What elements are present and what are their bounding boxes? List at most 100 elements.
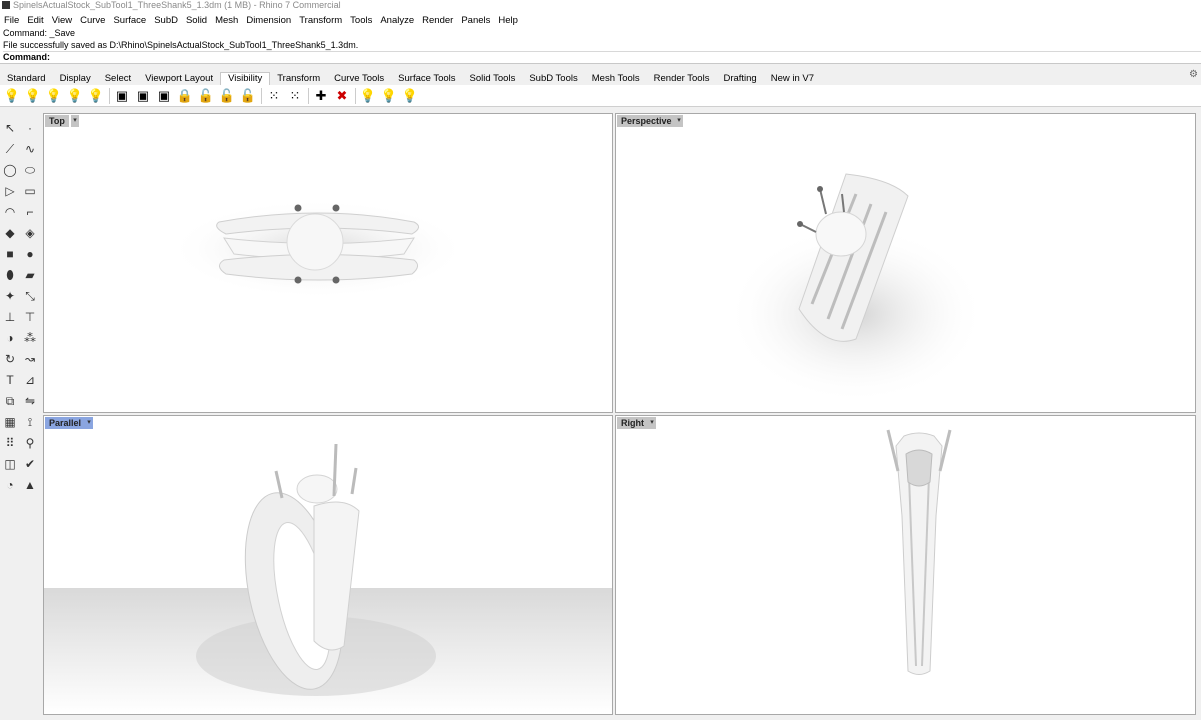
- menu-subd[interactable]: SubD: [150, 15, 182, 26]
- tab-surface-tools[interactable]: Surface Tools: [391, 73, 462, 85]
- menu-view[interactable]: View: [48, 15, 76, 26]
- scale-icon[interactable]: ⤡: [21, 287, 39, 305]
- fillet-icon[interactable]: ⌐: [21, 203, 39, 221]
- boolean-icon[interactable]: ◑: [1, 329, 19, 347]
- tab-curve-tools[interactable]: Curve Tools: [327, 73, 391, 85]
- command-prompt[interactable]: Command:: [3, 51, 1201, 64]
- circle-icon[interactable]: ◯: [1, 161, 19, 179]
- tab-subd-tools[interactable]: SubD Tools: [522, 73, 584, 85]
- material-icon[interactable]: ▲: [21, 476, 39, 494]
- transform-icon[interactable]: ✦: [1, 287, 19, 305]
- hide-points-icon[interactable]: ⁙: [266, 88, 282, 104]
- surface-icon[interactable]: ◆: [1, 224, 19, 242]
- unlock-selected-icon[interactable]: ▣: [156, 88, 172, 104]
- viewport-label-right[interactable]: Right: [617, 417, 648, 429]
- layer-icon[interactable]: ◫: [1, 455, 19, 473]
- tab-visibility[interactable]: Visibility: [220, 72, 271, 85]
- check-icon[interactable]: ✔: [21, 455, 39, 473]
- bulb-3-icon[interactable]: 💡: [402, 88, 418, 104]
- mirror-icon[interactable]: ⇋: [21, 392, 39, 410]
- menu-curve[interactable]: Curve: [76, 15, 109, 26]
- viewport-label-top[interactable]: Top: [45, 115, 69, 127]
- render-icon[interactable]: ◔: [1, 476, 19, 494]
- ellipse-icon[interactable]: ⬭: [21, 161, 39, 179]
- menu-dimension[interactable]: Dimension: [242, 15, 295, 26]
- chevron-down-icon[interactable]: ▾: [85, 417, 93, 429]
- delete-hidden-icon[interactable]: ✖: [334, 88, 350, 104]
- properties-icon[interactable]: ⚲: [21, 434, 39, 452]
- polygon-icon[interactable]: ▷: [1, 182, 19, 200]
- bulb-2-icon[interactable]: 💡: [381, 88, 397, 104]
- menu-edit[interactable]: Edit: [23, 15, 47, 26]
- gear-icon[interactable]: ⚙: [1189, 70, 1199, 80]
- menu-file[interactable]: File: [0, 15, 23, 26]
- menu-surface[interactable]: Surface: [109, 15, 150, 26]
- tab-render-tools[interactable]: Render Tools: [647, 73, 717, 85]
- rhino-app-icon: [2, 1, 10, 9]
- viewport-perspective[interactable]: Perspective ▾: [615, 113, 1196, 413]
- menu-tools[interactable]: Tools: [346, 15, 376, 26]
- rotate-icon[interactable]: ↻: [1, 350, 19, 368]
- arc-icon[interactable]: ◠: [1, 203, 19, 221]
- menu-analyze[interactable]: Analyze: [376, 15, 418, 26]
- bulb-1-icon[interactable]: 💡: [360, 88, 376, 104]
- tab-drafting[interactable]: Drafting: [716, 73, 763, 85]
- tab-mesh-tools[interactable]: Mesh Tools: [585, 73, 647, 85]
- show-selected-icon[interactable]: 💡: [46, 88, 62, 104]
- command-history-line: File successfully saved as D:\Rhino\Spin…: [3, 39, 359, 50]
- lock-objects-icon[interactable]: ▣: [114, 88, 130, 104]
- group-icon[interactable]: ⁂: [21, 329, 39, 347]
- move-icon[interactable]: ↝: [21, 350, 39, 368]
- chevron-down-icon[interactable]: ▾: [71, 115, 79, 127]
- viewport-top[interactable]: Top ▾: [43, 113, 613, 413]
- viewport-label-parallel[interactable]: Parallel: [45, 417, 86, 429]
- point-icon[interactable]: ·: [21, 119, 39, 137]
- viewport-label-perspective[interactable]: Perspective: [617, 115, 676, 127]
- menu-solid[interactable]: Solid: [182, 15, 211, 26]
- show-all-icon[interactable]: 💡: [88, 88, 104, 104]
- grid-icon[interactable]: ⠿: [1, 434, 19, 452]
- trim-icon[interactable]: ⊤: [21, 308, 39, 326]
- chevron-down-icon[interactable]: ▾: [675, 115, 683, 127]
- solid-tools-icon[interactable]: ▦: [1, 413, 19, 431]
- lock-icon[interactable]: 🔒: [177, 88, 193, 104]
- hide-objects-icon[interactable]: 💡: [25, 88, 41, 104]
- menu-render[interactable]: Render: [418, 15, 457, 26]
- array-icon[interactable]: ⧉: [1, 392, 19, 410]
- loft-icon[interactable]: ◈: [21, 224, 39, 242]
- menu-transform[interactable]: Transform: [295, 15, 346, 26]
- dimension-icon[interactable]: ⊿: [21, 371, 39, 389]
- tab-viewport-layout[interactable]: Viewport Layout: [138, 73, 220, 85]
- curve-icon[interactable]: ∿: [21, 140, 39, 158]
- hide-swap-icon[interactable]: 💡: [67, 88, 83, 104]
- extrude-icon[interactable]: ▰: [21, 266, 39, 284]
- text-icon[interactable]: T: [1, 371, 19, 389]
- tab-new-in-v7[interactable]: New in V7: [764, 73, 821, 85]
- show-points-icon[interactable]: ⁙: [287, 88, 303, 104]
- tab-solid-tools[interactable]: Solid Tools: [463, 73, 523, 85]
- lock-swap-icon[interactable]: 🔓: [219, 88, 235, 104]
- menu-mesh[interactable]: Mesh: [211, 15, 242, 26]
- lock-toggle-icon[interactable]: 🔓: [240, 88, 256, 104]
- select-arrow-icon[interactable]: ↖: [1, 119, 19, 137]
- tab-display[interactable]: Display: [53, 73, 98, 85]
- viewport-right[interactable]: Right ▾: [615, 415, 1196, 715]
- tab-standard[interactable]: Standard: [0, 73, 53, 85]
- menu-panels[interactable]: Panels: [457, 15, 494, 26]
- unlock-icon[interactable]: 🔓: [198, 88, 214, 104]
- unlock-objects-icon[interactable]: ▣: [135, 88, 151, 104]
- hide-camera-icon[interactable]: ✚: [313, 88, 329, 104]
- split-icon[interactable]: ⊥: [1, 308, 19, 326]
- analysis-icon[interactable]: ⟟: [21, 413, 39, 431]
- rectangle-icon[interactable]: ▭: [21, 182, 39, 200]
- polyline-icon[interactable]: ⟋: [1, 140, 19, 158]
- menu-help[interactable]: Help: [494, 15, 522, 26]
- tab-transform[interactable]: Transform: [270, 73, 327, 85]
- cylinder-icon[interactable]: ⬮: [1, 266, 19, 284]
- tab-select[interactable]: Select: [98, 73, 138, 85]
- box-icon[interactable]: ■: [1, 245, 19, 263]
- chevron-down-icon[interactable]: ▾: [648, 417, 656, 429]
- show-objects-icon[interactable]: 💡: [4, 88, 20, 104]
- sphere-icon[interactable]: ●: [21, 245, 39, 263]
- viewport-parallel[interactable]: Parallel ▾: [43, 415, 613, 715]
